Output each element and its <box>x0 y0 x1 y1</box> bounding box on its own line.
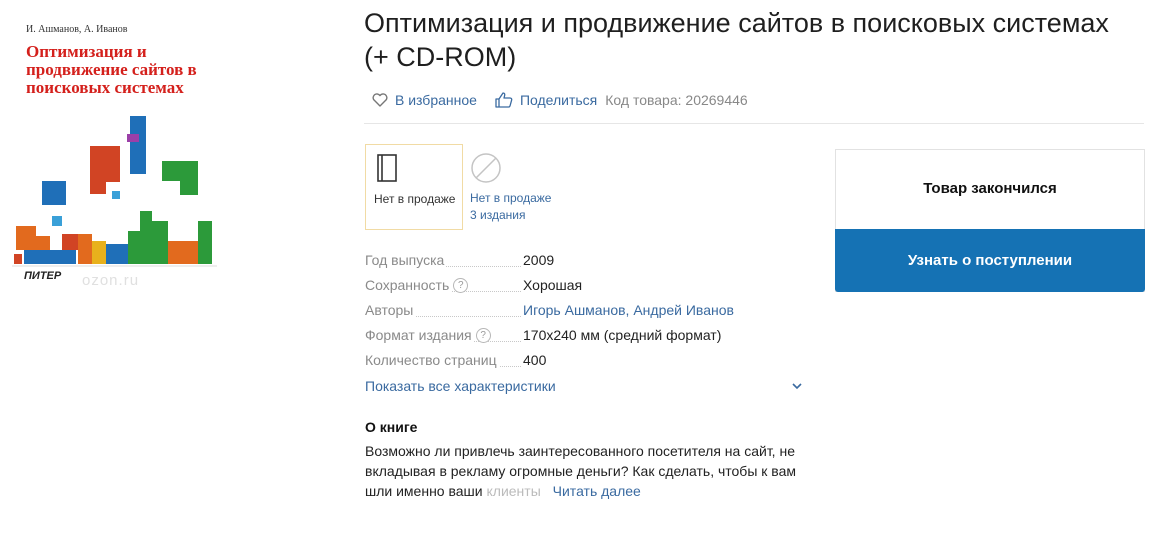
book-icon <box>377 154 397 182</box>
thumbs-up-icon <box>495 92 513 108</box>
spec-key: Количество страниц <box>365 352 499 368</box>
spec-row-pages: Количество страниц 400 <box>365 351 805 376</box>
spec-value: 2009 <box>523 252 555 268</box>
favorite-label: В избранное <box>395 92 477 108</box>
help-icon[interactable]: ? <box>453 277 469 293</box>
notify-availability-button[interactable]: Узнать о поступлении <box>835 229 1145 292</box>
characteristics-list: Год выпуска 2009 Сохранность? Хорошая Ав… <box>365 251 805 376</box>
spec-row-condition: Сохранность? Хорошая <box>365 276 805 301</box>
about-text: Возможно ли привлечь заинтересованного п… <box>365 441 810 501</box>
share-button[interactable]: Поделиться <box>495 92 597 108</box>
out-of-stock-status: Товар закончился <box>923 180 1057 197</box>
spec-key: Авторы <box>365 302 416 318</box>
spec-row-authors: Авторы Игорь Ашманов, Андрей Иванов <box>365 301 805 326</box>
authors-link[interactable]: Игорь Ашманов, Андрей Иванов <box>523 302 734 318</box>
edition-option-other[interactable]: Нет в продаже 3 издания <box>470 152 590 227</box>
share-label: Поделиться <box>519 92 598 108</box>
edition-other-count: 3 издания <box>470 208 526 222</box>
product-title: Оптимизация и продвижение сайтов в поиск… <box>364 8 1109 72</box>
spec-key: Год выпуска <box>365 252 447 268</box>
product-sku: Код товара: 20269446 <box>605 92 748 108</box>
spec-row-year: Год выпуска 2009 <box>365 251 805 276</box>
edition-current-label: Нет в продаже <box>374 192 456 206</box>
spec-key: Формат издания <box>365 327 474 343</box>
chevron-down-icon <box>792 383 802 390</box>
edition-other-label: Нет в продаже <box>470 191 552 205</box>
cover-publisher-logo: ПИТЕР <box>24 270 62 282</box>
spec-value: 170x240 мм (средний формат) <box>523 327 722 343</box>
product-actions: В избранное Поделиться Код товара: 20269… <box>372 90 748 110</box>
cover-title: Оптимизация и продвижение сайтов в поиск… <box>26 42 197 97</box>
spec-value: 400 <box>523 352 547 368</box>
divider <box>364 123 1144 124</box>
show-all-characteristics-link[interactable]: Показать все характеристики <box>365 378 805 394</box>
show-all-label: Показать все характеристики <box>365 378 556 394</box>
book-cover[interactable]: И. Ашманов, А. Иванов Оптимизация и прод… <box>12 16 217 294</box>
spec-key: Сохранность <box>365 277 452 293</box>
spec-row-format: Формат издания? 170x240 мм (средний форм… <box>365 326 805 351</box>
cover-watermark: ozon.ru <box>82 272 140 289</box>
cover-authors: И. Ашманов, А. Иванов <box>26 24 128 35</box>
buy-box: Товар закончился Узнать о поступлении <box>835 149 1145 292</box>
edition-option-current[interactable]: Нет в продаже <box>365 144 463 230</box>
heart-icon <box>372 93 388 107</box>
read-more-link[interactable]: Читать далее <box>553 483 641 499</box>
favorite-button[interactable]: В избранное <box>372 92 477 108</box>
help-icon[interactable]: ? <box>475 327 491 343</box>
about-heading: О книге <box>365 419 418 435</box>
spec-value: Хорошая <box>523 277 583 293</box>
unavailable-icon <box>471 153 501 183</box>
about-text-faded: клиенты <box>486 483 541 499</box>
